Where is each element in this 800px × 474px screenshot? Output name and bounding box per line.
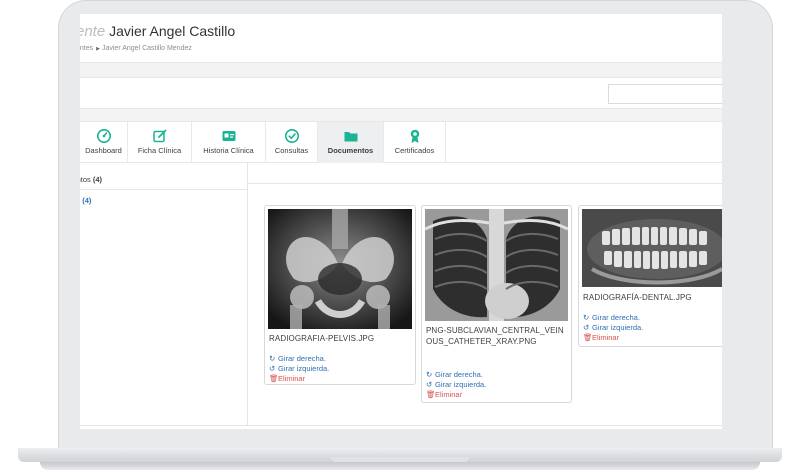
clock-check-icon	[284, 129, 299, 143]
trash-icon: 🗑	[583, 333, 593, 342]
delete-button[interactable]: 🗑Eliminar	[583, 333, 619, 342]
trash-icon: 🗑	[426, 390, 436, 399]
page-header: ente Javier Angel Castillo entes▶Javier …	[80, 14, 722, 63]
divider	[80, 189, 248, 190]
breadcrumb: entes▶Javier Angel Castillo Mendez	[80, 45, 192, 52]
laptop-base	[0, 448, 800, 474]
document-filename: RADIOGRAFIA-PELVIS.JPG	[269, 334, 375, 343]
rotate-left-button[interactable]: ↺ Girar izquierda.	[583, 323, 643, 332]
rotate-right-label: Girar derecha.	[592, 313, 640, 322]
patient-name: Javier Angel Castillo	[109, 23, 236, 39]
breadcrumb-parent[interactable]: entes	[80, 45, 93, 52]
page-title: ente Javier Angel Castillo	[80, 23, 235, 40]
breadcrumb-current: Javier Angel Castillo Mendez	[101, 45, 192, 52]
rotate-left-button[interactable]: ↺ Girar izquierda.	[426, 380, 486, 389]
sidebar-heading-label: umentos	[80, 175, 91, 184]
sidebar-heading: umentos (4)	[80, 175, 102, 184]
tab-bar: Dashboard Ficha Clínica Historia Clínica…	[80, 121, 722, 163]
search-input[interactable]	[608, 84, 722, 104]
tab-label: Documentos	[327, 146, 374, 155]
rotate-right-icon: ↻	[426, 370, 433, 379]
sidebar-heading-count: (4)	[92, 175, 103, 184]
document-filename: RADIOGRAFÍA-DENTAL.JPG	[583, 293, 692, 302]
sidebar-item-folder[interactable]: s (4)	[80, 196, 91, 205]
xray-pelvis-thumbnail[interactable]	[268, 209, 412, 329]
page-title-prefix: ente	[80, 23, 106, 40]
tab-ficha-clinica[interactable]: Ficha Clínica	[128, 122, 192, 163]
document-card[interactable]: RADIOGRAFIA-PELVIS.JPG ↻ Girar derecha. ↺…	[264, 205, 416, 385]
rotate-left-label: Girar izquierda.	[592, 323, 644, 332]
id-card-icon	[222, 131, 235, 141]
dashboard-icon	[96, 129, 111, 143]
tab-documentos[interactable]: Documentos	[318, 122, 384, 163]
toolbar	[80, 77, 722, 109]
delete-label: Eliminar	[435, 390, 463, 399]
xray-dental-thumbnail[interactable]	[582, 209, 722, 287]
tab-label: Dashboard	[85, 146, 122, 155]
rotate-right-icon: ↻	[583, 313, 590, 322]
breadcrumb-arrow-icon: ▶	[96, 46, 100, 52]
divider	[80, 425, 722, 426]
document-filename: PNG-SUBCLAVIAN_CENTRAL_VEINOUS_CATHETER_…	[426, 326, 564, 346]
tab-certificados[interactable]: Certificados	[384, 122, 446, 163]
app-screen: ente Javier Angel Castillo entes▶Javier …	[80, 14, 722, 429]
rotate-left-icon: ↺	[269, 364, 276, 373]
laptop-base-bottom	[40, 462, 760, 470]
rotate-right-label: Girar derecha.	[435, 370, 483, 379]
tab-label: Consultas	[274, 146, 309, 155]
rotate-right-icon: ↻	[269, 354, 276, 363]
rotate-left-label: Girar izquierda.	[278, 364, 330, 373]
tab-dashboard[interactable]: Dashboard	[80, 122, 128, 163]
sidebar-item-count: (4)	[82, 196, 92, 205]
tab-consultas[interactable]: Consultas	[266, 122, 318, 163]
rotate-left-button[interactable]: ↺ Girar izquierda.	[269, 364, 329, 373]
delete-button[interactable]: 🗑Eliminar	[269, 374, 305, 383]
rotate-left-icon: ↺	[426, 380, 433, 389]
delete-label: Eliminar	[592, 333, 620, 342]
documents-panel: umentos (4) s (4)	[80, 163, 722, 429]
divider	[248, 183, 722, 184]
edit-icon	[152, 129, 166, 143]
rotate-left-label: Girar izquierda.	[435, 380, 487, 389]
rotate-right-button[interactable]: ↻ Girar derecha.	[426, 370, 483, 379]
tab-historia-clinica[interactable]: Historia Clínica	[192, 122, 266, 163]
folder-icon	[344, 132, 357, 142]
delete-label: Eliminar	[278, 374, 306, 383]
delete-button[interactable]: 🗑Eliminar	[426, 390, 462, 399]
rotate-right-button[interactable]: ↻ Girar derecha.	[583, 313, 640, 322]
tab-label: Ficha Clínica	[137, 146, 182, 155]
xray-chest-thumbnail[interactable]	[425, 209, 568, 321]
rotate-right-button[interactable]: ↻ Girar derecha.	[269, 354, 326, 363]
trash-icon: 🗑	[269, 374, 279, 383]
rotate-left-icon: ↺	[583, 323, 590, 332]
award-icon	[410, 129, 419, 143]
rotate-right-label: Girar derecha.	[278, 354, 326, 363]
document-card[interactable]: RADIOGRAFÍA-DENTAL.JPG ↻ Girar derecha. ↺…	[578, 205, 722, 347]
tab-label: Historia Clínica	[203, 146, 254, 155]
documents-sidebar: umentos (4) s (4)	[80, 163, 248, 425]
tab-label: Certificados	[394, 146, 435, 155]
document-card[interactable]: PNG-SUBCLAVIAN_CENTRAL_VEINOUS_CATHETER_…	[421, 205, 572, 403]
